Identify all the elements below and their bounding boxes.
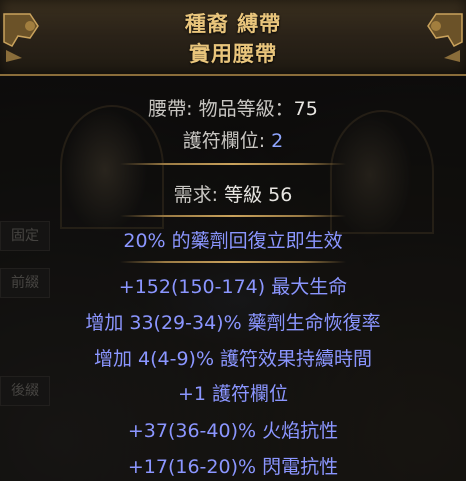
item-level-label: 物品等級： (198, 98, 294, 120)
explicit-mod: +1 護符欄位 (177, 383, 289, 405)
separator (120, 163, 346, 165)
requirement-value: 等級 56 (224, 184, 293, 206)
requirement-label: 需求: (173, 184, 219, 206)
explicit-mod: +152(150-174) 最大生命 (118, 276, 348, 298)
item-level-value: 75 (293, 98, 318, 120)
item-level-line: 腰帶: 物品等級：75 (148, 98, 318, 120)
charm-slots-value: 2 (271, 130, 284, 152)
item-base-type: 實用腰帶 (189, 42, 277, 66)
explicit-mod: +37(36-40)% 火焰抗性 (127, 420, 339, 442)
requirement-line: 需求: 等級 56 (0, 180, 466, 207)
category-label: 腰帶 (148, 98, 187, 120)
explicit-mod: 增加 4(4-9)% 護符效果持續時間 (93, 348, 373, 370)
separator (120, 215, 346, 217)
explicit-mod: 增加 33(29-34)% 藥劑生命恢復率 (85, 312, 381, 334)
charm-slots-label: 護符欄位: (182, 130, 266, 152)
separator (120, 261, 346, 263)
implicit-mod: 20% 的藥劑回復立即生效 (123, 230, 343, 252)
charm-slots-line: 護符欄位: 2 (0, 126, 466, 153)
item-name: 種裔 縛帶 (184, 12, 282, 36)
item-tooltip-header: 種裔 縛帶 實用腰帶 (0, 0, 466, 76)
explicit-mod: +17(16-20)% 閃電抗性 (127, 456, 339, 478)
